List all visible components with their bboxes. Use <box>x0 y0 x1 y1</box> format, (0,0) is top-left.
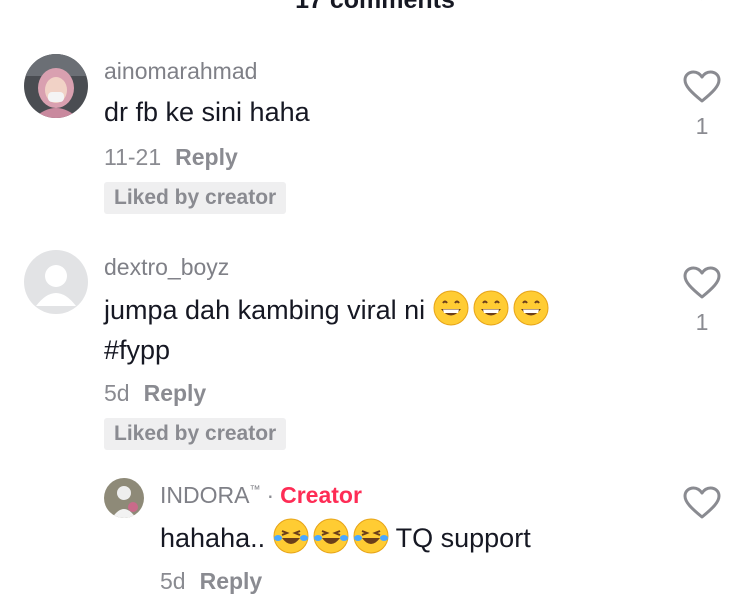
like-count: 1 <box>695 113 709 139</box>
comment-username[interactable]: dextro_boyz <box>104 254 229 281</box>
emoji-group <box>433 290 549 326</box>
laughing-tears-icon <box>353 518 389 554</box>
reply-button[interactable]: Reply <box>200 568 263 594</box>
comment-username[interactable]: ainomarahmad <box>104 58 257 85</box>
trademark-mark: ™ <box>249 484 261 496</box>
grinning-face-icon <box>433 290 469 326</box>
comment-text-body: jumpa dah kambing viral ni <box>104 295 426 325</box>
creator-label: Creator <box>280 482 362 508</box>
comment-date: 11-21 <box>104 144 162 170</box>
like-count: 1 <box>695 309 709 335</box>
liked-by-creator-badge: Liked by creator <box>104 182 287 214</box>
comment-meta: 5d Reply <box>104 380 206 407</box>
laughing-tears-icon <box>313 518 349 554</box>
like-button[interactable] <box>682 486 722 525</box>
heart-outline-icon <box>683 486 721 519</box>
heart-outline-icon <box>683 70 721 103</box>
reply-date: 5d <box>160 568 186 594</box>
like-button[interactable]: 1 <box>682 266 722 336</box>
reply-text-suffix: TQ support <box>395 523 531 553</box>
separator-dot: · <box>266 482 275 508</box>
laughing-tears-icon <box>273 518 309 554</box>
emoji-group <box>273 518 396 554</box>
reply-username[interactable]: INDORA <box>160 482 249 508</box>
creator-avatar[interactable] <box>104 478 144 518</box>
reply-button[interactable]: Reply <box>144 380 207 406</box>
comment-date: 5d <box>104 380 130 406</box>
like-button[interactable]: 1 <box>682 70 722 140</box>
avatar[interactable] <box>24 54 88 118</box>
comments-count-title: 17 comments <box>295 0 455 14</box>
grinning-face-icon <box>473 290 509 326</box>
heart-outline-icon <box>683 266 721 299</box>
grinning-face-icon <box>513 290 549 326</box>
comment-meta: 11-21 Reply <box>104 144 238 171</box>
liked-by-creator-badge: Liked by creator <box>104 418 287 450</box>
reply-header: INDORA™ · Creator <box>160 482 362 509</box>
avatar[interactable] <box>24 250 88 314</box>
close-button[interactable] <box>688 0 716 14</box>
comment-hashtag[interactable]: #fypp <box>104 330 170 370</box>
reply-button[interactable]: Reply <box>175 144 238 170</box>
reply-text: hahaha.. TQ support <box>160 518 531 558</box>
comment-text: dr fb ke sini haha <box>104 97 310 127</box>
close-icon <box>701 0 703 1</box>
comments-header: 17 comments <box>0 0 750 14</box>
comment-text: jumpa dah kambing viral ni <box>104 290 549 330</box>
reply-text-prefix: hahaha.. <box>160 523 266 553</box>
reply-meta: 5d Reply <box>160 568 262 595</box>
